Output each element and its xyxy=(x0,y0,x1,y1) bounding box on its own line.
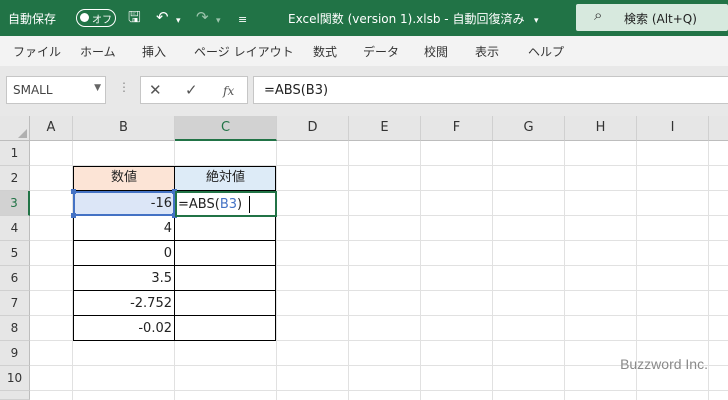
search-box[interactable]: ⌕ 検索 (Alt+Q) xyxy=(576,4,728,31)
enter-check-icon[interactable]: ✓ xyxy=(185,81,198,99)
column-header-e[interactable]: E xyxy=(349,116,421,141)
gridline xyxy=(708,141,709,400)
tab-data[interactable]: データ xyxy=(363,43,399,60)
cell-c2-header[interactable]: 絶対値 xyxy=(175,166,276,191)
reference-handle[interactable] xyxy=(71,213,76,218)
row-header-6[interactable]: 6 xyxy=(0,266,30,291)
row-header-overflow[interactable] xyxy=(0,391,30,400)
row-header-10[interactable]: 10 xyxy=(0,366,30,391)
cell-b7[interactable]: -2.752 xyxy=(73,291,175,316)
formula-controls: ✕ ✓ fx xyxy=(140,76,248,104)
formula-input[interactable]: =ABS(B3) xyxy=(253,76,728,104)
active-cell-c3[interactable]: =ABS(B3) xyxy=(175,191,277,217)
gridline xyxy=(420,141,421,400)
watermark-text: Buzzword Inc. xyxy=(620,356,708,372)
redo-dropdown-icon[interactable]: ▾ xyxy=(216,12,221,30)
save-icon[interactable]: 🖫 xyxy=(128,8,141,26)
cell-b8[interactable]: -0.02 xyxy=(73,316,175,341)
row-header-9[interactable]: 9 xyxy=(0,341,30,366)
row-header-1[interactable]: 1 xyxy=(0,141,30,166)
gridline xyxy=(348,141,349,400)
cell-b5[interactable]: 0 xyxy=(73,241,175,266)
autosave-toggle[interactable]: オフ xyxy=(76,9,116,27)
ribbon-tabs: ファイル ホーム 挿入 ページ レイアウト 数式 データ 校閲 表示 ヘルプ xyxy=(0,36,728,66)
gridline xyxy=(276,141,277,400)
formula-text: =ABS(B3) xyxy=(264,83,329,98)
text-caret xyxy=(249,196,250,213)
cancel-icon[interactable]: ✕ xyxy=(149,81,162,99)
reference-highlight xyxy=(73,191,175,216)
insert-function-icon[interactable]: fx xyxy=(223,84,234,98)
undo-dropdown-icon[interactable]: ▾ xyxy=(176,12,181,30)
cell-b6[interactable]: 3.5 xyxy=(73,266,175,291)
row-header-7[interactable]: 7 xyxy=(0,291,30,316)
column-header-i[interactable]: I xyxy=(637,116,709,141)
autosave-label: 自動保存 xyxy=(8,12,57,26)
search-label: 検索 (Alt+Q) xyxy=(624,12,697,26)
search-icon: ⌕ xyxy=(594,6,603,24)
gridline xyxy=(564,141,565,400)
select-all-button[interactable] xyxy=(0,116,30,141)
redo-icon[interactable]: ↷ xyxy=(196,8,209,26)
tab-home[interactable]: ホーム xyxy=(80,43,116,60)
column-header-overflow[interactable] xyxy=(709,116,728,141)
spreadsheet-grid[interactable]: A B C D E F G H I 1 2 3 4 5 6 7 8 9 10 数… xyxy=(0,116,728,400)
cell-b4[interactable]: 4 xyxy=(73,216,175,241)
tab-view[interactable]: 表示 xyxy=(475,43,499,60)
edit-reference: B3 xyxy=(219,197,238,212)
tab-help[interactable]: ヘルプ xyxy=(528,43,564,60)
row-header-2[interactable]: 2 xyxy=(0,166,30,191)
name-box-value: SMALL xyxy=(13,83,53,97)
tab-page-layout[interactable]: ページ レイアウト xyxy=(194,43,294,60)
row-header-5[interactable]: 5 xyxy=(0,241,30,266)
drag-handle-icon[interactable]: ⋮ xyxy=(118,80,130,94)
gridline xyxy=(492,141,493,400)
tab-review[interactable]: 校閲 xyxy=(424,43,448,60)
formula-bar: SMALL ▼ ⋮ ✕ ✓ fx =ABS(B3) xyxy=(0,66,728,116)
title-bar: 自動保存 オフ 🖫 ↶ ▾ ↷ ▾ ≡ Excel関数 (version 1).… xyxy=(0,0,728,36)
window-title[interactable]: Excel関数 (version 1).xlsb - 自動回復済み xyxy=(288,10,524,27)
tab-formulas[interactable]: 数式 xyxy=(313,43,337,60)
cell-b2-header[interactable]: 数値 xyxy=(73,166,175,191)
reference-handle[interactable] xyxy=(71,189,76,194)
toggle-state: オフ xyxy=(92,15,112,26)
column-header-a[interactable]: A xyxy=(30,116,73,141)
column-header-c[interactable]: C xyxy=(175,116,277,141)
tab-insert[interactable]: 挿入 xyxy=(142,43,166,60)
undo-icon[interactable]: ↶ xyxy=(156,8,169,26)
edit-prefix: =ABS( xyxy=(178,197,220,212)
name-box[interactable]: SMALL ▼ xyxy=(6,76,106,104)
edit-suffix: ) xyxy=(237,197,243,212)
row-header-8[interactable]: 8 xyxy=(0,316,30,341)
column-header-h[interactable]: H xyxy=(565,116,637,141)
title-dropdown-icon[interactable]: ▾ xyxy=(534,12,539,30)
toggle-knob xyxy=(80,13,89,22)
column-header-f[interactable]: F xyxy=(421,116,493,141)
column-header-b[interactable]: B xyxy=(73,116,175,141)
column-header-g[interactable]: G xyxy=(493,116,565,141)
customize-toolbar-icon[interactable]: ≡ xyxy=(238,11,247,29)
gridline xyxy=(30,390,728,391)
column-header-d[interactable]: D xyxy=(277,116,349,141)
cell-edit-text: =ABS(B3) xyxy=(178,197,242,212)
chevron-down-icon[interactable]: ▼ xyxy=(94,83,101,93)
select-all-icon xyxy=(18,129,27,138)
tab-file[interactable]: ファイル xyxy=(13,43,61,60)
row-header-4[interactable]: 4 xyxy=(0,216,30,241)
row-header-3[interactable]: 3 xyxy=(0,191,30,216)
